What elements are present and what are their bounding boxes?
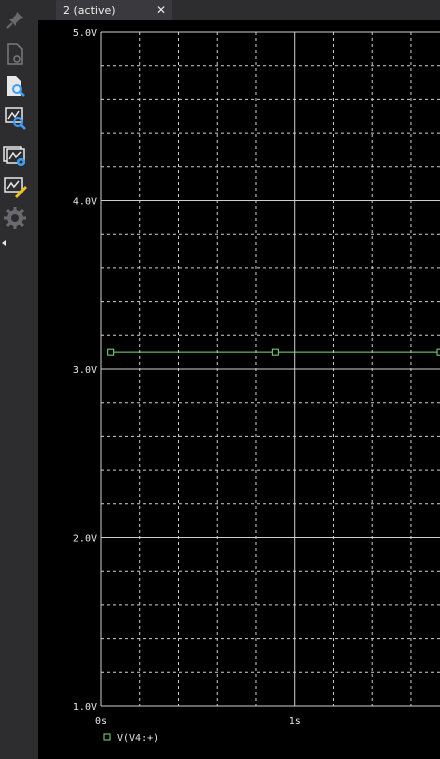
waveform-plot: 5.0V 4.0V 3.0V 2.0V 1.0V 0s 1s V(V4:+) — [73, 28, 440, 744]
x-tick-label: 1s — [289, 716, 301, 727]
trace-marker — [271, 348, 279, 356]
plot-zoom-icon[interactable] — [1, 104, 29, 132]
plot-settings-icon[interactable] — [1, 142, 29, 170]
trace-marker — [107, 348, 115, 356]
legend-label: V(V4:+) — [117, 733, 159, 744]
collapse-arrow-icon[interactable] — [1, 233, 7, 246]
tab-label: 2 (active) — [63, 3, 116, 17]
close-icon[interactable]: ✕ — [156, 2, 166, 18]
legend-marker — [103, 733, 111, 741]
y-tick-label: 5.0V — [73, 28, 97, 39]
y-tick-label: 4.0V — [73, 197, 97, 208]
y-tick-label: 1.0V — [73, 702, 97, 713]
plot-toolbar — [0, 0, 34, 759]
x-tick-label: 0s — [95, 716, 107, 727]
plot-area[interactable]: 5.0V 4.0V 3.0V 2.0V 1.0V 0s 1s V(V4:+) — [38, 20, 440, 759]
plot-edit-icon[interactable] — [1, 172, 29, 200]
y-tick-label: 3.0V — [73, 365, 97, 376]
tab-active-plot[interactable]: 2 (active) ✕ — [56, 0, 172, 20]
document-settings-icon[interactable] — [1, 40, 29, 68]
document-search-icon[interactable] — [1, 72, 29, 100]
gear-icon[interactable] — [1, 204, 29, 232]
pin-icon[interactable] — [1, 6, 29, 34]
tab-bar: 2 (active) ✕ — [34, 0, 440, 20]
y-tick-label: 2.0V — [73, 534, 97, 545]
